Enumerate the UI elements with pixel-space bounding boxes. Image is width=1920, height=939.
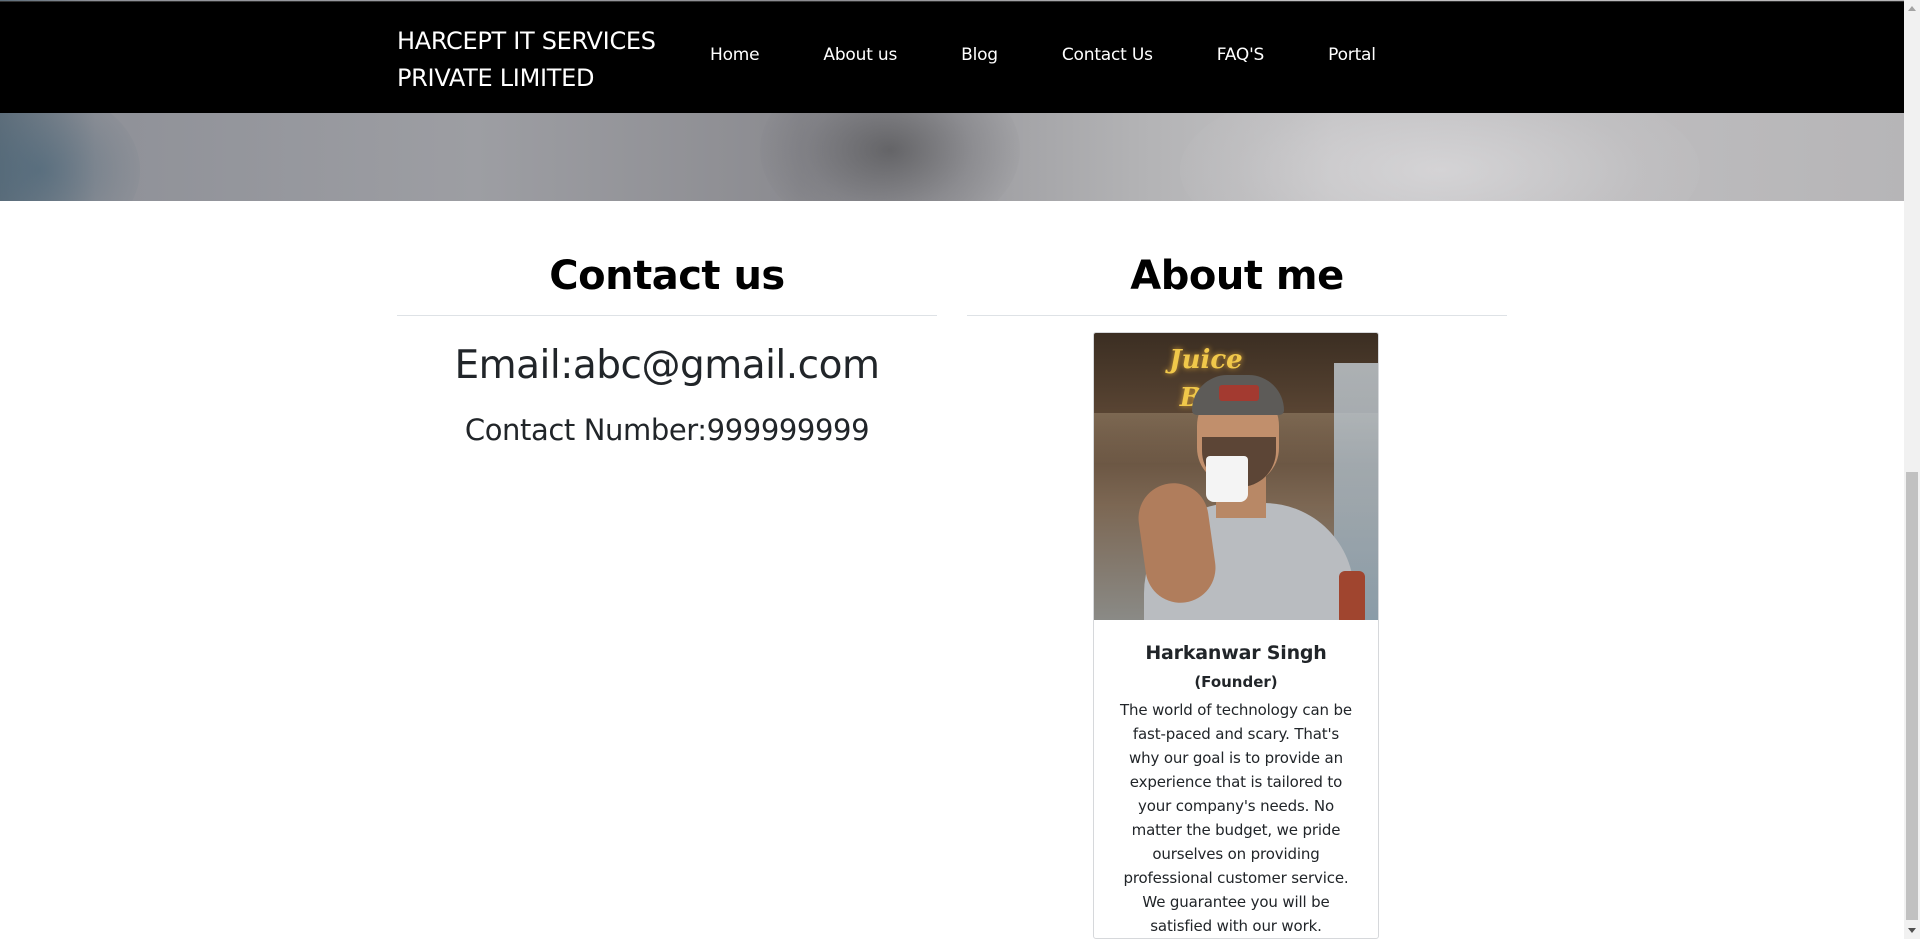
brand-line-1: HARCEPT IT SERVICES bbox=[397, 27, 656, 55]
founder-role: (Founder) bbox=[1194, 673, 1278, 691]
founder-card-body: Harkanwar Singh (Founder) The world of t… bbox=[1094, 620, 1378, 938]
nav-item-about-us[interactable]: About us bbox=[823, 45, 897, 65]
bottle bbox=[1339, 571, 1365, 620]
about-heading: About me bbox=[1130, 253, 1344, 299]
browser-viewport: HARCEPT IT SERVICES PRIVATE LIMITED Home… bbox=[0, 0, 1920, 939]
contact-heading: Contact us bbox=[549, 253, 785, 299]
founder-photo: Juice Bar bbox=[1094, 333, 1378, 620]
page: HARCEPT IT SERVICES PRIVATE LIMITED Home… bbox=[0, 0, 1904, 939]
contact-email: Email:abc@gmail.com bbox=[454, 343, 880, 388]
about-section: About me bbox=[967, 250, 1507, 316]
nav-item-faqs[interactable]: FAQ'S bbox=[1217, 45, 1265, 65]
vertical-scrollbar[interactable] bbox=[1904, 0, 1920, 939]
nav-item-portal[interactable]: Portal bbox=[1328, 45, 1376, 65]
nav-item-home[interactable]: Home bbox=[710, 45, 760, 65]
brand-logo-link[interactable]: HARCEPT IT SERVICES PRIVATE LIMITED bbox=[397, 23, 677, 97]
juice-bar-sign: Juice Bar bbox=[1169, 345, 1243, 413]
scrollbar-thumb[interactable] bbox=[1906, 472, 1918, 920]
founder-description: The world of technology can be fast-pace… bbox=[1120, 701, 1352, 935]
about-divider bbox=[967, 315, 1507, 316]
top-navbar: HARCEPT IT SERVICES PRIVATE LIMITED Home… bbox=[0, 1, 1904, 113]
contact-section: Contact us Email:abc@gmail.com Contact N… bbox=[397, 250, 937, 449]
contact-phone: Contact Number:999999999 bbox=[464, 413, 870, 447]
scroll-up-arrow-icon[interactable] bbox=[1908, 6, 1916, 11]
founder-card: Juice Bar Harkanwar Singh (Founder) The … bbox=[1093, 332, 1379, 939]
scroll-down-arrow-icon[interactable] bbox=[1908, 928, 1916, 933]
mug bbox=[1206, 456, 1248, 502]
founder-name: Harkanwar Singh bbox=[1145, 642, 1327, 664]
nav-item-blog[interactable]: Blog bbox=[961, 45, 998, 65]
nav-menu: Home About us Blog Contact Us FAQ'S Port… bbox=[710, 45, 1376, 65]
contact-divider bbox=[397, 315, 937, 316]
brand-line-2: PRIVATE LIMITED bbox=[397, 64, 595, 92]
nav-item-contact-us[interactable]: Contact Us bbox=[1062, 45, 1153, 65]
